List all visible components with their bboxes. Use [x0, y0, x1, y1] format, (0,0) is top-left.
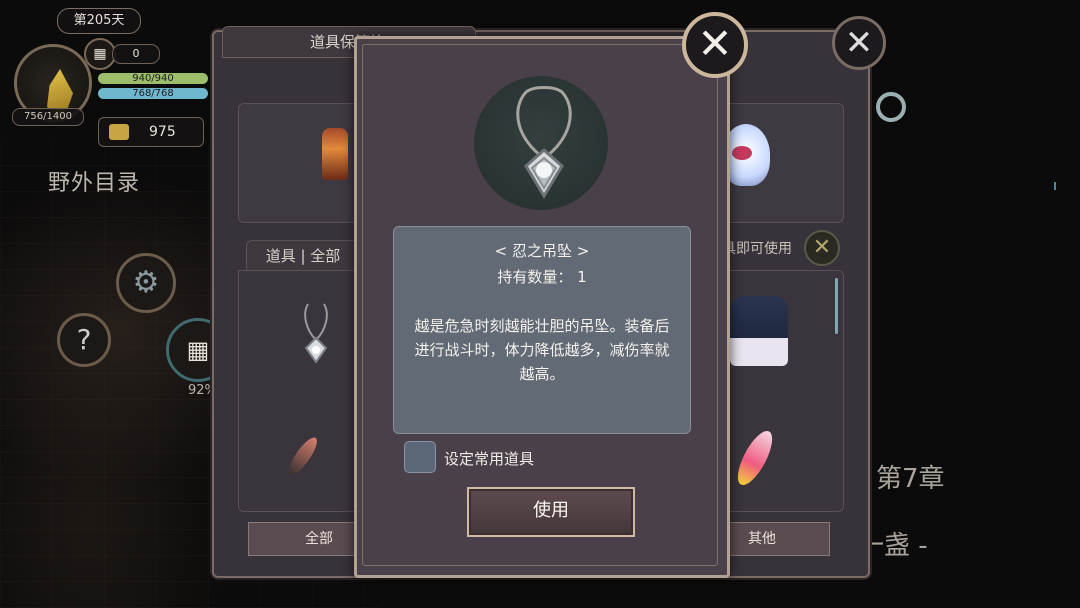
field-catalog-label[interactable]: 野外目录	[48, 165, 140, 197]
chapter-label: 第7章	[876, 464, 945, 494]
help-icon[interactable]: ?	[57, 313, 111, 367]
hint-close-icon[interactable]: ✕	[804, 230, 840, 266]
mana-bar: 768/768	[98, 88, 208, 99]
bunny-mouth-icon	[732, 146, 752, 160]
outfit-icon[interactable]	[730, 296, 788, 366]
dialog-close-icon[interactable]: ✕	[682, 12, 748, 78]
item-quantity: 持有数量： 1	[497, 268, 587, 286]
favorite-checkbox-label[interactable]: 设定常用道具	[444, 448, 534, 469]
mark-icon	[1054, 182, 1064, 190]
pendant-icon	[516, 86, 572, 199]
settings-gear-icon[interactable]: ⚙	[116, 253, 176, 313]
usage-hint: 具即可使用	[722, 241, 792, 257]
lantern-icon	[322, 128, 348, 180]
hp-readout: 756/1400	[12, 108, 84, 126]
item-name: < 忍之吊坠 >	[494, 242, 590, 260]
day-counter: 第205天	[57, 8, 141, 34]
scrollbar[interactable]	[835, 278, 838, 334]
stamina-bar: 940/940	[98, 73, 208, 84]
item-category-tab[interactable]: 道具 | 全部	[246, 240, 360, 272]
use-button[interactable]: 使用	[467, 487, 635, 537]
item-description: 越是危急时刻越能壮胆的吊坠。装备后进行战斗时，体力降低越多，减伤率就越高。	[414, 317, 670, 383]
calendar-count: 0	[112, 44, 160, 64]
eye-icon[interactable]	[876, 92, 906, 122]
gold-counter: 975	[98, 117, 204, 147]
gold-icon	[109, 124, 129, 140]
favorite-checkbox[interactable]	[404, 441, 436, 473]
storage-close-icon[interactable]: ✕	[832, 16, 886, 70]
pendant-small-icon[interactable]	[300, 300, 332, 364]
gold-value: 975	[149, 124, 176, 140]
